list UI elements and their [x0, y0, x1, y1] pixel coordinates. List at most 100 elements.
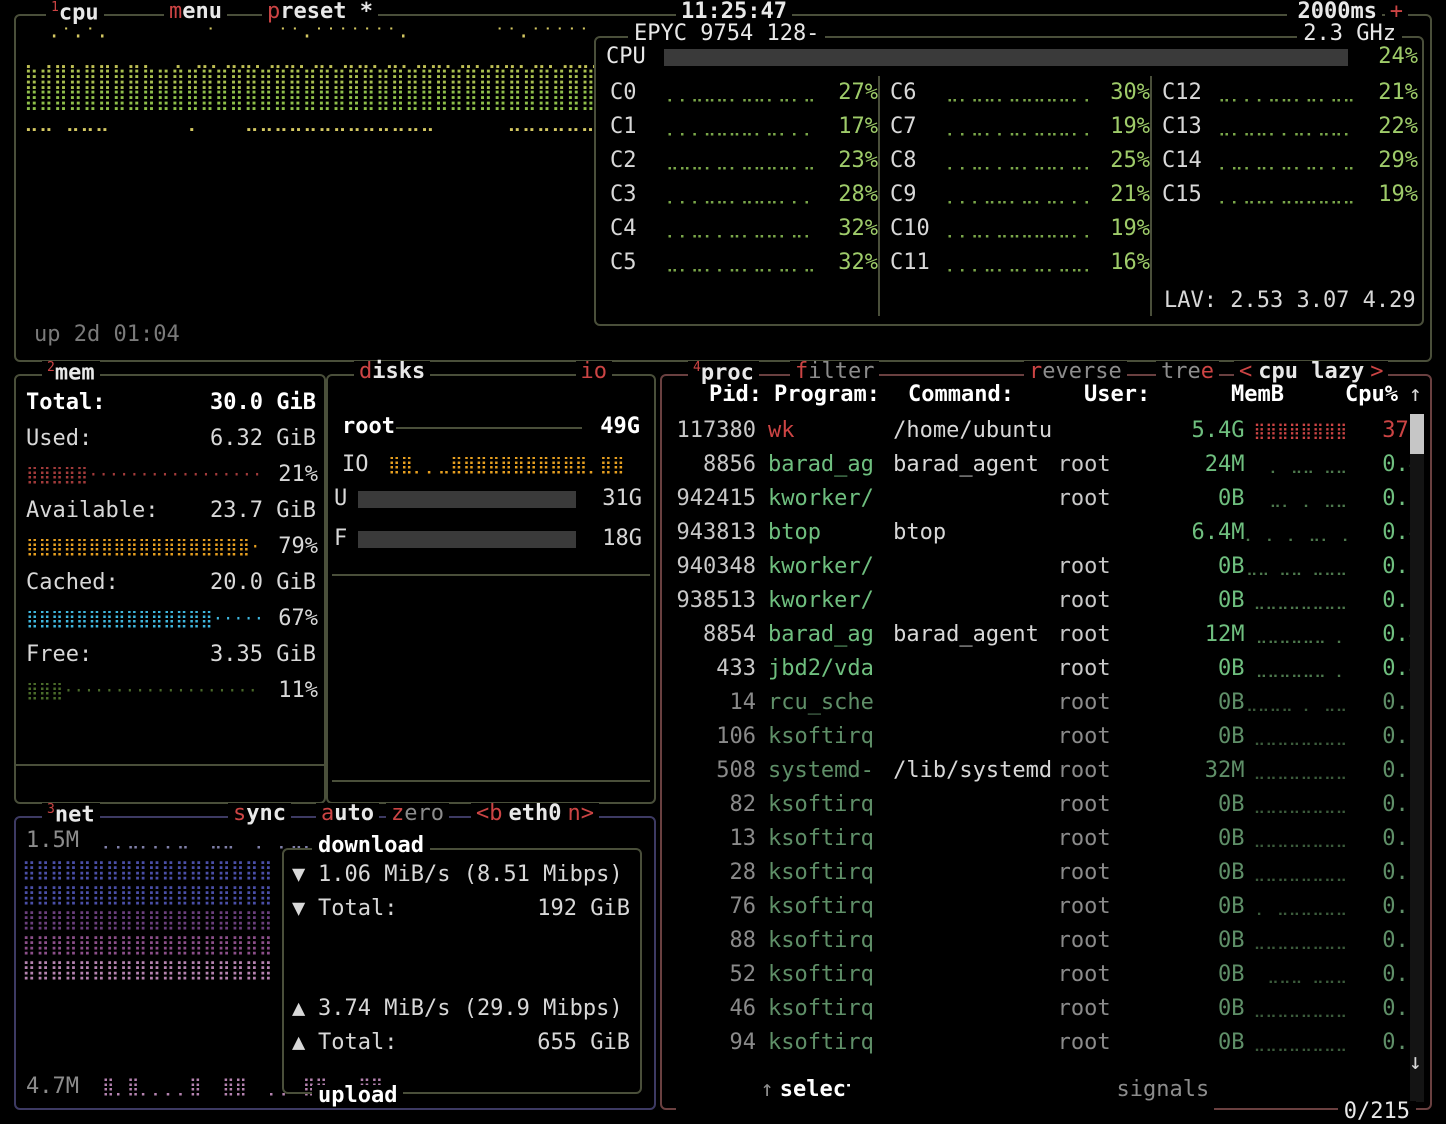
net-graph-line: ⣿⣿⣿⣿⣿⣿⣿⣿⣿⣿⣿⣿⣿⣿⣿⣿⣿⣿⣿⣿⣿⣿ — [22, 858, 272, 883]
cpu-core-name: C10 — [890, 218, 946, 240]
preset-label: reset * — [280, 0, 373, 24]
io-toggle-button[interactable]: io — [576, 361, 613, 383]
table-row[interactable]: 942415kworker/root0B⣀⡀ ⡀ ⣀⣀0.9 — [670, 482, 1422, 516]
proc-program: ksoftirq — [756, 1032, 893, 1054]
mem-cached-percent: 67% — [260, 608, 318, 630]
table-row[interactable]: 433jbd2/vdaroot0B⣀⣀⣀⣀⣀⣀ ⡀0.4 — [670, 652, 1422, 686]
table-row[interactable]: 14rcu_scheroot0B⣀⣀⣀⣀ ⡀ ⣀⣀0.0 — [670, 686, 1422, 720]
table-row[interactable]: 106ksoftirqroot0B⣀⣀⣀⣀⣀⣀⣀⣀0.0 — [670, 720, 1422, 754]
cpu-core-graph: ⡀⡀⣀⣀⣀⡀⣀⣀⡀⣀⡀⣀⡀⣀⡀ — [666, 85, 816, 102]
col-header-command[interactable]: Command: — [908, 384, 1084, 406]
net-zero-hotkey: z — [391, 801, 404, 826]
cpu-core-row: C3⡀⡀⡀⣀⣀⡀⣀⣀⣀⡀⡀⡀⡀⡀⡀28% — [610, 178, 878, 212]
proc-sort-selector[interactable]: <cpu lazy> — [1234, 361, 1388, 383]
menu-button[interactable]: menu — [164, 1, 227, 23]
proc-cpu-sparkline: ⣀⣀⣀⣀⣀⣀⣀⣀ — [1244, 729, 1347, 745]
proc-panel-title[interactable]: 4proc — [688, 361, 759, 384]
proc-pid: 82 — [670, 794, 756, 816]
table-row[interactable]: 117380wk/home/ubuntu5.4G⣿⣿⣿⣿⣿⣿⣿⣿370 — [670, 414, 1422, 448]
net-auto-button[interactable]: auto — [316, 803, 379, 825]
proc-mem: 24M — [1166, 454, 1244, 476]
table-row[interactable]: 508systemd-/lib/systemdroot32M⣀⣀⣀⣀⣀⣀⣀⣀0.… — [670, 754, 1422, 788]
proc-user: root — [1058, 658, 1166, 680]
reverse-label: everse — [1042, 359, 1121, 384]
proc-scrollbar[interactable] — [1410, 414, 1424, 1102]
table-row[interactable]: 8854barad_agbarad_agentroot12M⣀⣀⣀⣀⣀⣀ ⡀0.… — [670, 618, 1422, 652]
disks-panel: disks io root 49G IO ⣿⣿⡀⡀⣀⣿⣿⣿⣿⣿⣿⣿⣿⣿⣿⣿⡀⣿⣿… — [326, 374, 656, 804]
net-interface-selector[interactable]: <beth0n> — [471, 803, 599, 825]
proc-signals-button[interactable]: signals — [1032, 1057, 1214, 1123]
proc-scrollbar-thumb[interactable] — [1410, 414, 1424, 454]
proc-mem: 0B — [1166, 964, 1244, 986]
col-header-user[interactable]: User: — [1084, 384, 1200, 406]
proc-cpu-sparkline: ⣀⣀⣀⣀⣀⣀⣀⣀ — [1244, 933, 1347, 949]
mem-free-label: Free: — [26, 644, 92, 666]
proc-user: root — [1058, 760, 1166, 782]
cpu-total-meter — [664, 49, 1348, 66]
disk-free-row: F 18G — [334, 528, 642, 550]
interval-value: 2000ms — [1298, 0, 1377, 24]
mem-free-value: 3.35 GiB — [210, 644, 316, 666]
proc-tree-button[interactable]: tree — [1156, 361, 1219, 383]
net-auto-label: uto — [334, 801, 374, 826]
table-row[interactable]: 938513kworker/root0B⣀⣀⣀⣀⣀⣀⣀⣀0.0 — [670, 584, 1422, 618]
table-row[interactable]: 52ksoftirqroot0B⣀⣀⣀ ⣀⣀⣀0.0 — [670, 958, 1422, 992]
cpu-core-name: C7 — [890, 116, 946, 138]
download-label: download — [312, 835, 430, 857]
download-total-arrow-icon: ▼ — [292, 898, 318, 920]
table-row[interactable]: 8856barad_agbarad_agentroot24M⡀ ⣀⣀ ⣀⣀0.4 — [670, 448, 1422, 482]
mem-cached-label: Cached: — [26, 572, 119, 594]
proc-program: ksoftirq — [756, 726, 893, 748]
table-row[interactable]: 46ksoftirqroot0B⣀⣀⣀⣀⣀⣀⣀⣀0.0 — [670, 992, 1422, 1026]
proc-cpu-sparkline: ⣀⣀⣀ ⣀⣀⣀ — [1244, 967, 1347, 983]
col-header-program[interactable]: Program: — [762, 384, 908, 406]
cpu-panel-title[interactable]: 1cpu — [46, 1, 104, 24]
cpu-core-graph: ⡀⡀⣀⡀⡀⣀⡀⣀⣀⣀⡀⡀⡀⣀⡀ — [946, 119, 1088, 136]
sort-next-icon: > — [1370, 359, 1383, 384]
proc-scroll-down-icon[interactable]: ↓ — [1409, 1052, 1422, 1074]
proc-program: ksoftirq — [756, 998, 893, 1020]
mem-cached-row: Cached: 20.0 GiB — [26, 572, 316, 594]
table-row[interactable]: 94ksoftirqroot0B⣀⣀⣀⣀⣀⣀⣀⣀0.0 — [670, 1026, 1422, 1060]
table-row[interactable]: 943813btopbtop6.4M⡀ ⡀ ⡀ ⣀⡀ ⡀0.4 — [670, 516, 1422, 550]
mem-panel-title[interactable]: 2mem — [42, 361, 100, 384]
cpu-core-name: C5 — [610, 252, 666, 274]
proc-user: root — [1058, 998, 1166, 1020]
net-zero-button[interactable]: zero — [386, 803, 449, 825]
table-row[interactable]: 28ksoftirqroot0B⣀⣀⣀⣀⣀⣀⣀⣀0.0 — [670, 856, 1422, 890]
cpu-core-percent: 21% — [1088, 184, 1150, 206]
cpu-core-graph: ⣀⡀⣀⣀⡀⣀⣀⣀⣀⣀⡀⡀⣀⡀⣀ — [946, 85, 1088, 102]
cpu-core-percent: 32% — [816, 218, 878, 240]
disks-panel-title[interactable]: disks — [354, 361, 430, 383]
cpu-core-name: C15 — [1162, 184, 1218, 206]
proc-cpu-sparkline: ⣀⣀⣀⣀⣀⣀ ⡀ — [1244, 627, 1347, 643]
net-sync-button[interactable]: sync — [228, 803, 291, 825]
proc-filter-button[interactable]: filter — [790, 361, 879, 383]
cpu-graph-line: ⣀⣀ ⣀⣀⣀ ⢀ ⣀⣀⣀⣀⣀⣀⣀⣀⣀⣀⣀⣀⣀ ⣀⣀⣀⣀⣀⣀⣀⣀⣀⣀ — [24, 110, 594, 131]
interval-increase-button[interactable]: + — [1385, 1, 1408, 23]
table-row[interactable]: 88ksoftirqroot0B⣀⣀⣀⣀⣀⣀⣀⣀0.0 — [670, 924, 1422, 958]
preset-button[interactable]: preset * — [262, 1, 378, 23]
table-row[interactable]: 13ksoftirqroot0B⣀⣀⣀⣀⣀⣀⣀⣀0.0 — [670, 822, 1422, 856]
proc-pid: 942415 — [670, 488, 756, 510]
cpu-frequency-label: 2.3 GHz — [1297, 23, 1402, 45]
disks-hotkey: d — [359, 359, 372, 384]
cpu-core-row: C7⡀⡀⣀⡀⡀⣀⡀⣀⣀⣀⡀⡀⡀⣀⡀19% — [890, 110, 1150, 144]
net-panel-title[interactable]: 3net — [42, 803, 100, 826]
col-header-cpu[interactable]: Cpu% — [1318, 384, 1398, 406]
mem-available-gauge: ⣿⣿⣿⣿⣿⣿⣿⣿⣿⣿⣿⣿⣿⣿⣿⣿⣿⣿····· 79% — [26, 536, 318, 558]
col-header-pid[interactable]: Pid: — [670, 384, 762, 406]
net-sync-hotkey: s — [233, 801, 246, 826]
cpu-core-row: C15⡀⡀⣀⣀⡀⣀⣀⣀⣀⣀⣀⡀⣀⡀⡀19% — [1162, 178, 1418, 212]
sort-direction-icon[interactable]: ↑ — [1398, 384, 1422, 406]
io-label: io — [581, 359, 608, 384]
cpu-core-percent: 30% — [1088, 82, 1150, 104]
cpu-core-row: C10⡀⡀⣀⡀⣀⣀⣀⣀⣀⣀⡀⣀⡀⡀⡀19% — [890, 212, 1150, 246]
proc-mem: 32M — [1166, 760, 1244, 782]
table-row[interactable]: 82ksoftirqroot0B⣀⣀⣀⣀⣀⣀⣀⣀0.0 — [670, 788, 1422, 822]
cpu-core-graph: ⣀⡀⡀⡀⣀⣀⡀⣀⡀⣀⣀⣀⣀⡀⣀ — [1218, 85, 1356, 102]
proc-reverse-button[interactable]: reverse — [1024, 361, 1127, 383]
col-header-memb[interactable]: MemB — [1200, 384, 1284, 406]
table-row[interactable]: 940348kworker/root0B⣀⣀ ⣀⣀ ⣀⣀⣀0.0 — [670, 550, 1422, 584]
table-row[interactable]: 76ksoftirqroot0B⡀ ⣀⣀⣀⣀⣀⣀0.0 — [670, 890, 1422, 924]
